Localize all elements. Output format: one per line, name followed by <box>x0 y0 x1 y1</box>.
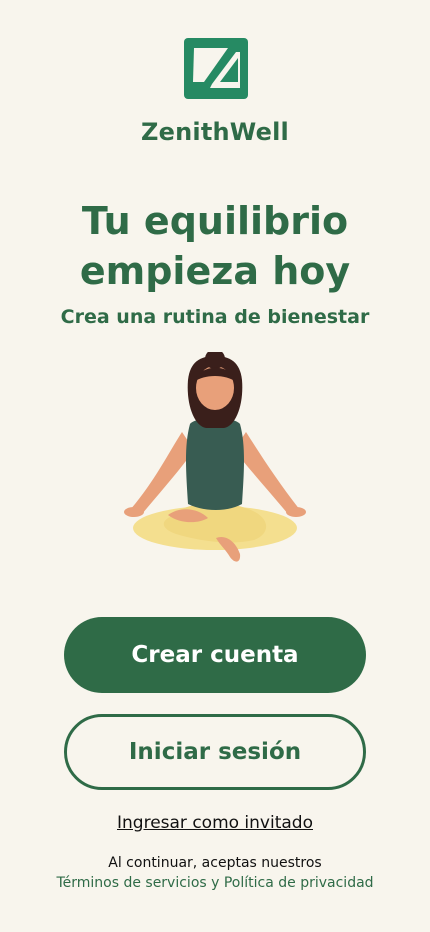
legal-prefix: Al continuar, aceptas nuestros <box>108 855 322 871</box>
sign-in-button[interactable]: Iniciar sesión <box>64 714 366 790</box>
legal-notice: Al continuar, aceptas nuestros Términos … <box>0 853 430 893</box>
meditating-woman-illustration <box>124 352 306 562</box>
zenithwell-logo-icon <box>184 38 248 99</box>
terms-privacy-link[interactable]: Términos de servicios y Política de priv… <box>56 873 373 893</box>
page-subtitle: Crea una rutina de bienestar <box>60 306 370 328</box>
guest-login-link[interactable]: Ingresar como invitado <box>0 813 430 833</box>
title-line-1: Tu equilibrio <box>81 199 349 243</box>
page-title: Tu equilibrio empieza hoy <box>0 196 430 296</box>
create-account-button[interactable]: Crear cuenta <box>64 617 366 693</box>
brand-name: ZenithWell <box>141 118 289 146</box>
title-line-2: empieza hoy <box>79 249 351 293</box>
welcome-screen: ZenithWell Tu equilibrio empieza hoy Cre… <box>0 0 430 932</box>
